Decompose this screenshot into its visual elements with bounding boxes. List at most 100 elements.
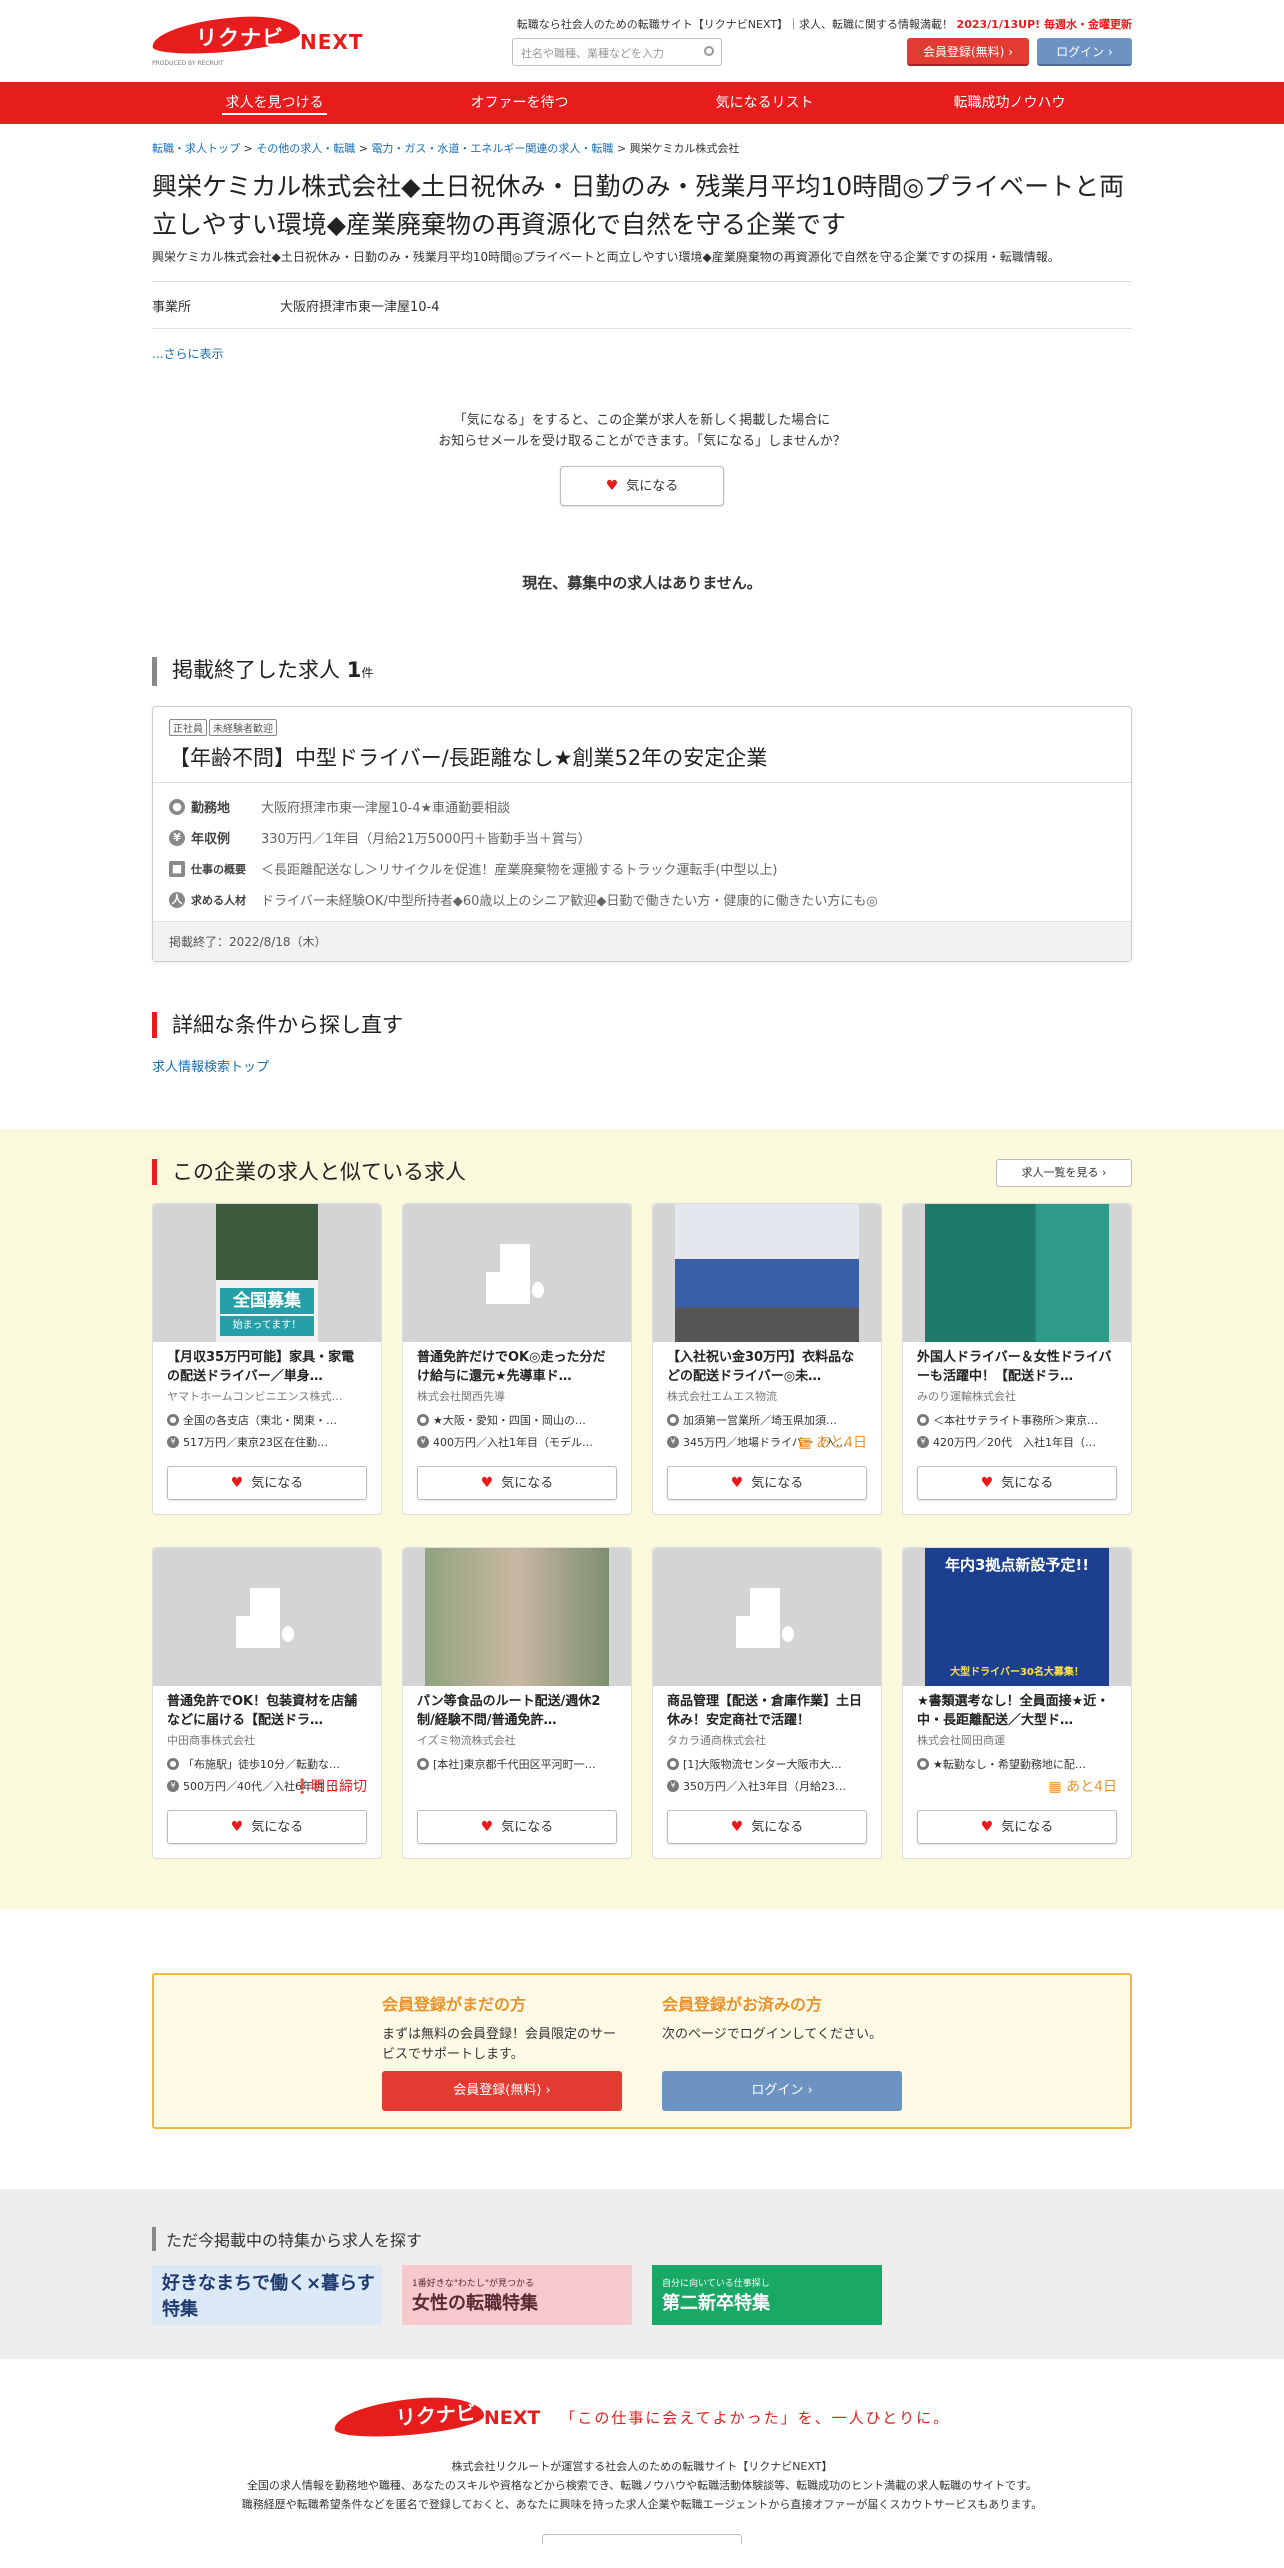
tagline-text: 転職なら社会人のための転職サイト【リクナビNEXT】｜求人、転職に関する情報満載… (516, 18, 954, 31)
ended-job-card[interactable]: 正社員 未経験者歓迎 【年齢不問】中型ドライバー/長距離なし★創業52年の安定企業… (152, 706, 1132, 962)
ended-jobs-heading: 掲載終了した求人 1件 (152, 657, 1132, 686)
global-nav: 求人を見つける オファーを待つ 気になるリスト 転職成功ノウハウ (0, 82, 1284, 124)
job-list-button[interactable]: 求人一覧を見る › (996, 1159, 1132, 1187)
search-top-link[interactable]: 求人情報検索トップ (152, 1056, 1132, 1075)
job-card-title[interactable]: 普通免許だけでOK◎走った分だけ給与に還元★先導車ド… (403, 1342, 631, 1386)
header-register-button[interactable]: 会員登録(無料) › (907, 38, 1029, 66)
favorite-button[interactable]: ♥ 気になる (917, 1466, 1117, 1500)
job-card[interactable]: 普通免許だけでOK◎走った分だけ給与に還元★先導車ド… 株式会社関西先導 ● ★大… (402, 1203, 632, 1515)
job-card-location: ● [1]大阪物流センター大阪市大… (653, 1750, 881, 1772)
job-card[interactable]: 【入社祝い金30万円】衣料品などの配送ドライバー◎未… 株式会社エムエス物流 ●… (652, 1203, 882, 1515)
search-icon[interactable] (704, 46, 714, 56)
heart-icon: ♥ (730, 1819, 744, 1835)
footer-tab-stub[interactable] (542, 2534, 742, 2544)
feature-banner-women[interactable]: 1番好きな"わたし"が見つかる 女性の転職特集 (402, 2265, 632, 2325)
job-card-company: 中田商事株式会社 (167, 1734, 255, 1747)
briefcase-icon: ■ (169, 860, 185, 877)
nav-item-find-jobs[interactable]: 求人を見つける (152, 82, 397, 124)
office-label: 事業所 (152, 299, 192, 315)
job-card-company: 株式会社岡田商運 (917, 1734, 1005, 1747)
search-again-heading: 詳細な条件から探し直す (152, 1012, 1132, 1038)
location-icon: ● (167, 1758, 179, 1770)
show-more-link[interactable]: ...さらに表示 (152, 345, 1132, 362)
deadline-badge: ▦ あと4日 (1048, 1779, 1117, 1795)
location-icon: ● (417, 1758, 429, 1770)
job-card-title[interactable]: 【月収35万円可能】家具・家電の配送ドライバー／単身… (153, 1342, 381, 1386)
register-button[interactable]: 会員登録(無料) › (382, 2071, 622, 2111)
breadcrumb: 転職・求人トップ > その他の求人・転職 > 電力・ガス・水道・エネルギー関連の… (152, 142, 740, 155)
job-card-title[interactable]: パン等食品のルート配送/週休2制/経験不問/普通免許… (403, 1686, 631, 1730)
job-card-title[interactable]: ★書類選考なし！全員面接★近・中・長距離配送／大型ド… (903, 1686, 1131, 1730)
no-jobs-message: 現在、募集中の求人はありません。 (522, 574, 762, 592)
job-card[interactable]: 商品管理【配送・倉庫作業】土日休み！安定商社で活躍！ タカラ通商株式会社 ● [1… (652, 1547, 882, 1859)
heart-icon: ♥ (480, 1819, 494, 1835)
heart-icon: ♥ (605, 478, 619, 494)
feature-banner-local[interactable]: 好きなまちで働く×暮らす特集 (152, 2265, 382, 2325)
footer-logo[interactable]: リクナビ NEXT 「この仕事に会えてよかった」を、一人ひとりに。 (332, 2393, 951, 2441)
yen-icon: ¥ (417, 1436, 429, 1448)
site-logo[interactable]: リクナビ NEXT PRODUCED BY RECRUIT (150, 12, 367, 72)
nav-item-knowhow[interactable]: 転職成功ノウハウ (887, 82, 1132, 124)
job-card-company: 株式会社関西先導 (417, 1390, 505, 1403)
job-card-location: ● 全国の各支店（東北・関東・… (153, 1406, 381, 1428)
job-card-title[interactable]: 商品管理【配送・倉庫作業】土日休み！安定商社で活躍！ (653, 1686, 881, 1730)
feature-banner-second-grad[interactable]: 自分に向いている仕事探し 第二新卒特集 (652, 2265, 882, 2325)
favorite-button[interactable]: ♥ 気になる (417, 1466, 617, 1500)
nav-item-offers[interactable]: オファーを待つ (397, 82, 642, 124)
job-card-image: 年内3拠点新設予定!! 大型ドライバー30名大募集！ (903, 1548, 1131, 1686)
login-button[interactable]: ログイン › (662, 2071, 902, 2111)
ended-job-title[interactable]: 【年齢不問】中型ドライバー/長距離なし★創業52年の安定企業 (169, 742, 1115, 772)
breadcrumb-other[interactable]: その他の求人・転職 (256, 142, 355, 155)
job-card-image (903, 1204, 1131, 1342)
favorite-button[interactable]: ♥ 気になる (667, 1466, 867, 1500)
search-input[interactable]: 社名や職種、業種などを入力 (512, 38, 722, 66)
breadcrumb-top[interactable]: 転職・求人トップ (152, 142, 240, 155)
nav-item-favorites[interactable]: 気になるリスト (642, 82, 887, 124)
update-note: 2023/1/13UP! 毎週水・金曜更新 (956, 18, 1132, 31)
heart-icon: ♥ (230, 1475, 244, 1491)
footer-catchcopy: 「この仕事に会えてよかった」を、一人ひとりに。 (560, 2408, 951, 2427)
building-placeholder-icon (732, 1582, 802, 1652)
job-card-location: ● ★転勤なし・希望勤務地に配… (903, 1750, 1131, 1772)
job-tag: 未経験者歓迎 (209, 719, 277, 736)
job-row-salary: ¥ 年収例 330万円／1年目（月給21万5000円＋皆勤手当＋賞与） (169, 822, 1115, 853)
location-icon: ● (167, 1414, 179, 1426)
yen-icon: ¥ (667, 1436, 679, 1448)
favorite-button[interactable]: ♥ 気になる (917, 1810, 1117, 1844)
breadcrumb-energy[interactable]: 電力・ガス・水道・エネルギー関連の求人・転職 (371, 142, 613, 155)
job-card-salary: ¥400万円／入社1年目（モデル… (403, 1428, 631, 1450)
footer-line2: 全国の求人情報を勤務地や職種、あなたのスキルや資格などから検索でき、転職ノウハウ… (246, 2479, 1038, 2492)
login-heading: 会員登録がお済みの方 (662, 1995, 823, 2014)
location-icon: ● (667, 1758, 679, 1770)
ended-date: 掲載終了：2022/8/18（木） (153, 921, 1131, 961)
heart-icon: ♥ (230, 1819, 244, 1835)
job-card-title[interactable]: 【入社祝い金30万円】衣料品などの配送ドライバー◎未… (653, 1342, 881, 1386)
job-card[interactable]: 外国人ドライバー＆女性ドライバーも活躍中！【配送ドラ… みのり運輸株式会社 ● ＜… (902, 1203, 1132, 1515)
favorite-button[interactable]: ♥ 気になる (417, 1810, 617, 1844)
header-login-button[interactable]: ログイン › (1037, 38, 1132, 66)
job-card-title[interactable]: 普通免許でOK！包装資材を店舗などに届ける【配送ドラ… (153, 1686, 381, 1730)
favorite-message: 「気になる」をすると、この企業が求人を新しく掲載した場合に お知らせメールを受け… (438, 413, 846, 449)
job-card[interactable]: 年内3拠点新設予定!! 大型ドライバー30名大募集！ ★書類選考なし！全員面接★… (902, 1547, 1132, 1859)
favorite-button[interactable]: ♥ 気になる (167, 1810, 367, 1844)
job-row-location: ● 勤務地 大阪府摂津市東一津屋10-4★車通勤要相談 (169, 791, 1115, 822)
job-card-title[interactable]: 外国人ドライバー＆女性ドライバーも活躍中！【配送ドラ… (903, 1342, 1131, 1386)
heart-icon: ♥ (980, 1475, 994, 1491)
job-card[interactable]: 全国募集 始まってます！ 【月収35万円可能】家具・家電の配送ドライバー／単身…… (152, 1203, 382, 1515)
job-card[interactable]: 普通免許でOK！包装資材を店舗などに届ける【配送ドラ… 中田商事株式会社 ● 「布… (152, 1547, 382, 1859)
favorite-button[interactable]: ♥ 気になる (667, 1810, 867, 1844)
job-card[interactable]: パン等食品のルート配送/週休2制/経験不問/普通免許… イズミ物流株式会社 ●[… (402, 1547, 632, 1859)
favorite-button[interactable]: ♥ 気になる (167, 1466, 367, 1500)
job-row-requirements: 人求める人材 ドライバー未経験OK/中型所持者◆60歳以上のシニア歓迎◆日勤で働… (169, 884, 1115, 915)
footer-line1: 株式会社リクルートが運営する社会人のための転職サイト【リクナビNEXT】 (451, 2460, 833, 2473)
page-title: 興栄ケミカル株式会社◆土日祝休み・日勤のみ・残業月平均10時間◎プライベートと両… (152, 172, 1125, 239)
job-card-company: イズミ物流株式会社 (417, 1734, 516, 1747)
similar-heading: この企業の求人と似ている求人 (152, 1159, 1132, 1185)
job-card-image (403, 1548, 631, 1686)
deadline-badge: ❗明日締切 (293, 1779, 367, 1795)
favorite-company-button[interactable]: ♥ 気になる (560, 466, 724, 506)
job-card-image (403, 1204, 631, 1342)
job-card-salary: ¥517万円／東京23区在住勤… (153, 1428, 381, 1450)
office-row: 事業所 大阪府摂津市東一津屋10-4 (152, 281, 1132, 329)
building-placeholder-icon (482, 1238, 552, 1308)
